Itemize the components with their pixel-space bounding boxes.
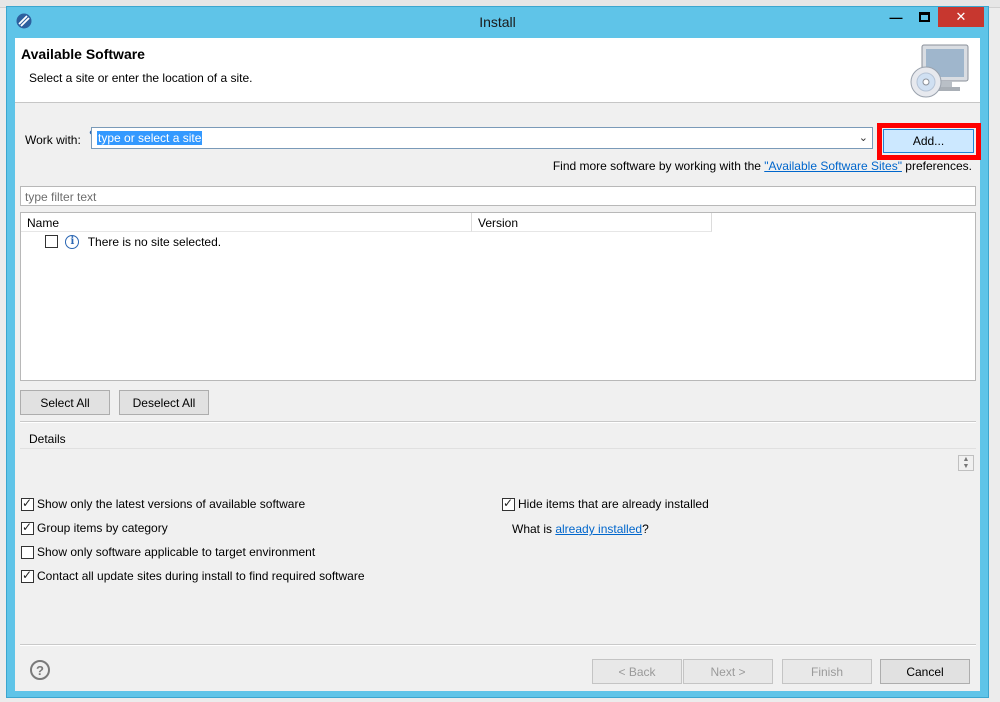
option-latest-versions[interactable]: Show only the latest versions of availab… xyxy=(21,496,306,511)
more-software-prefix: Find more software by working with the xyxy=(552,159,765,173)
footer-divider xyxy=(20,644,976,646)
select-all-button[interactable]: Select All xyxy=(20,390,110,415)
option-contact-all-sites[interactable]: Contact all update sites during install … xyxy=(21,568,365,583)
help-icon[interactable]: ? xyxy=(30,660,50,680)
contact-all-sites-checkbox[interactable] xyxy=(21,568,34,583)
no-site-message: There is no site selected. xyxy=(87,234,222,249)
details-label: Details xyxy=(29,432,66,446)
software-table[interactable]: Name Version i There is no site selected… xyxy=(20,212,976,381)
option-applicable-only[interactable]: Show only software applicable to target … xyxy=(21,545,315,559)
maximize-button[interactable] xyxy=(910,7,938,27)
page-title: Available Software xyxy=(21,46,145,62)
group-by-category-label: Group items by category xyxy=(37,521,168,535)
work-with-value: type or select a site xyxy=(97,131,203,145)
what-is-suffix: ? xyxy=(642,522,649,536)
page-description: Select a site or enter the location of a… xyxy=(29,71,253,85)
latest-versions-label: Show only the latest versions of availab… xyxy=(37,497,306,511)
column-header-version[interactable]: Version xyxy=(472,213,712,232)
wizard-header: Available Software Select a site or ente… xyxy=(15,38,980,103)
table-row[interactable]: i There is no site selected. xyxy=(45,234,445,252)
finish-button[interactable]: Finish xyxy=(782,659,872,684)
maximize-icon xyxy=(918,12,930,22)
cancel-button[interactable]: Cancel xyxy=(880,659,970,684)
add-site-button[interactable]: Add... xyxy=(883,129,974,153)
dialog-content: Available Software Select a site or ente… xyxy=(15,38,981,691)
divider xyxy=(20,421,976,423)
chevron-down-icon[interactable]: ⌄ xyxy=(859,131,868,144)
available-software-sites-link[interactable]: "Available Software Sites" xyxy=(764,159,902,173)
column-header-name[interactable]: Name xyxy=(21,213,472,232)
more-software-text: Find more software by working with the "… xyxy=(553,159,972,173)
filter-input[interactable]: type filter text xyxy=(20,186,976,206)
info-icon: i xyxy=(65,234,80,249)
what-is-installed-text: What is already installed? xyxy=(512,522,649,536)
what-is-prefix: What is xyxy=(512,522,556,536)
install-window: Install — ✕ Available Software Select a … xyxy=(6,6,989,698)
option-hide-installed[interactable]: Hide items that are already installed xyxy=(502,496,709,511)
details-area: ▲ ▼ xyxy=(20,448,976,491)
hide-installed-checkbox[interactable] xyxy=(502,496,515,511)
close-button[interactable]: ✕ xyxy=(938,7,984,27)
install-monitor-cd-icon xyxy=(910,44,969,98)
row-checkbox[interactable] xyxy=(45,235,58,249)
minimize-icon: — xyxy=(889,9,903,25)
hide-installed-label: Hide items that are already installed xyxy=(518,497,709,511)
title-bar: Install — ✕ xyxy=(7,7,988,37)
option-group-by-category[interactable]: Group items by category xyxy=(21,520,168,535)
applicable-only-label: Show only software applicable to target … xyxy=(37,545,316,559)
latest-versions-checkbox[interactable] xyxy=(21,496,34,511)
back-button[interactable]: < Back xyxy=(592,659,682,684)
close-icon: ✕ xyxy=(955,9,967,24)
contact-all-sites-label: Contact all update sites during install … xyxy=(37,569,365,583)
next-button[interactable]: Next > xyxy=(683,659,773,684)
deselect-all-button[interactable]: Deselect All xyxy=(119,390,209,415)
applicable-only-checkbox[interactable] xyxy=(21,545,34,559)
group-by-category-checkbox[interactable] xyxy=(21,520,34,535)
work-with-combo[interactable]: type or select a site ⌄ xyxy=(91,127,873,149)
more-software-suffix: preferences. xyxy=(901,159,972,173)
already-installed-link[interactable]: already installed xyxy=(555,522,642,536)
work-with-label: Work with: xyxy=(25,133,81,147)
minimize-button[interactable]: — xyxy=(882,7,910,27)
window-title: Install xyxy=(479,14,516,30)
details-scroll-icon[interactable]: ▲ ▼ xyxy=(958,455,974,471)
